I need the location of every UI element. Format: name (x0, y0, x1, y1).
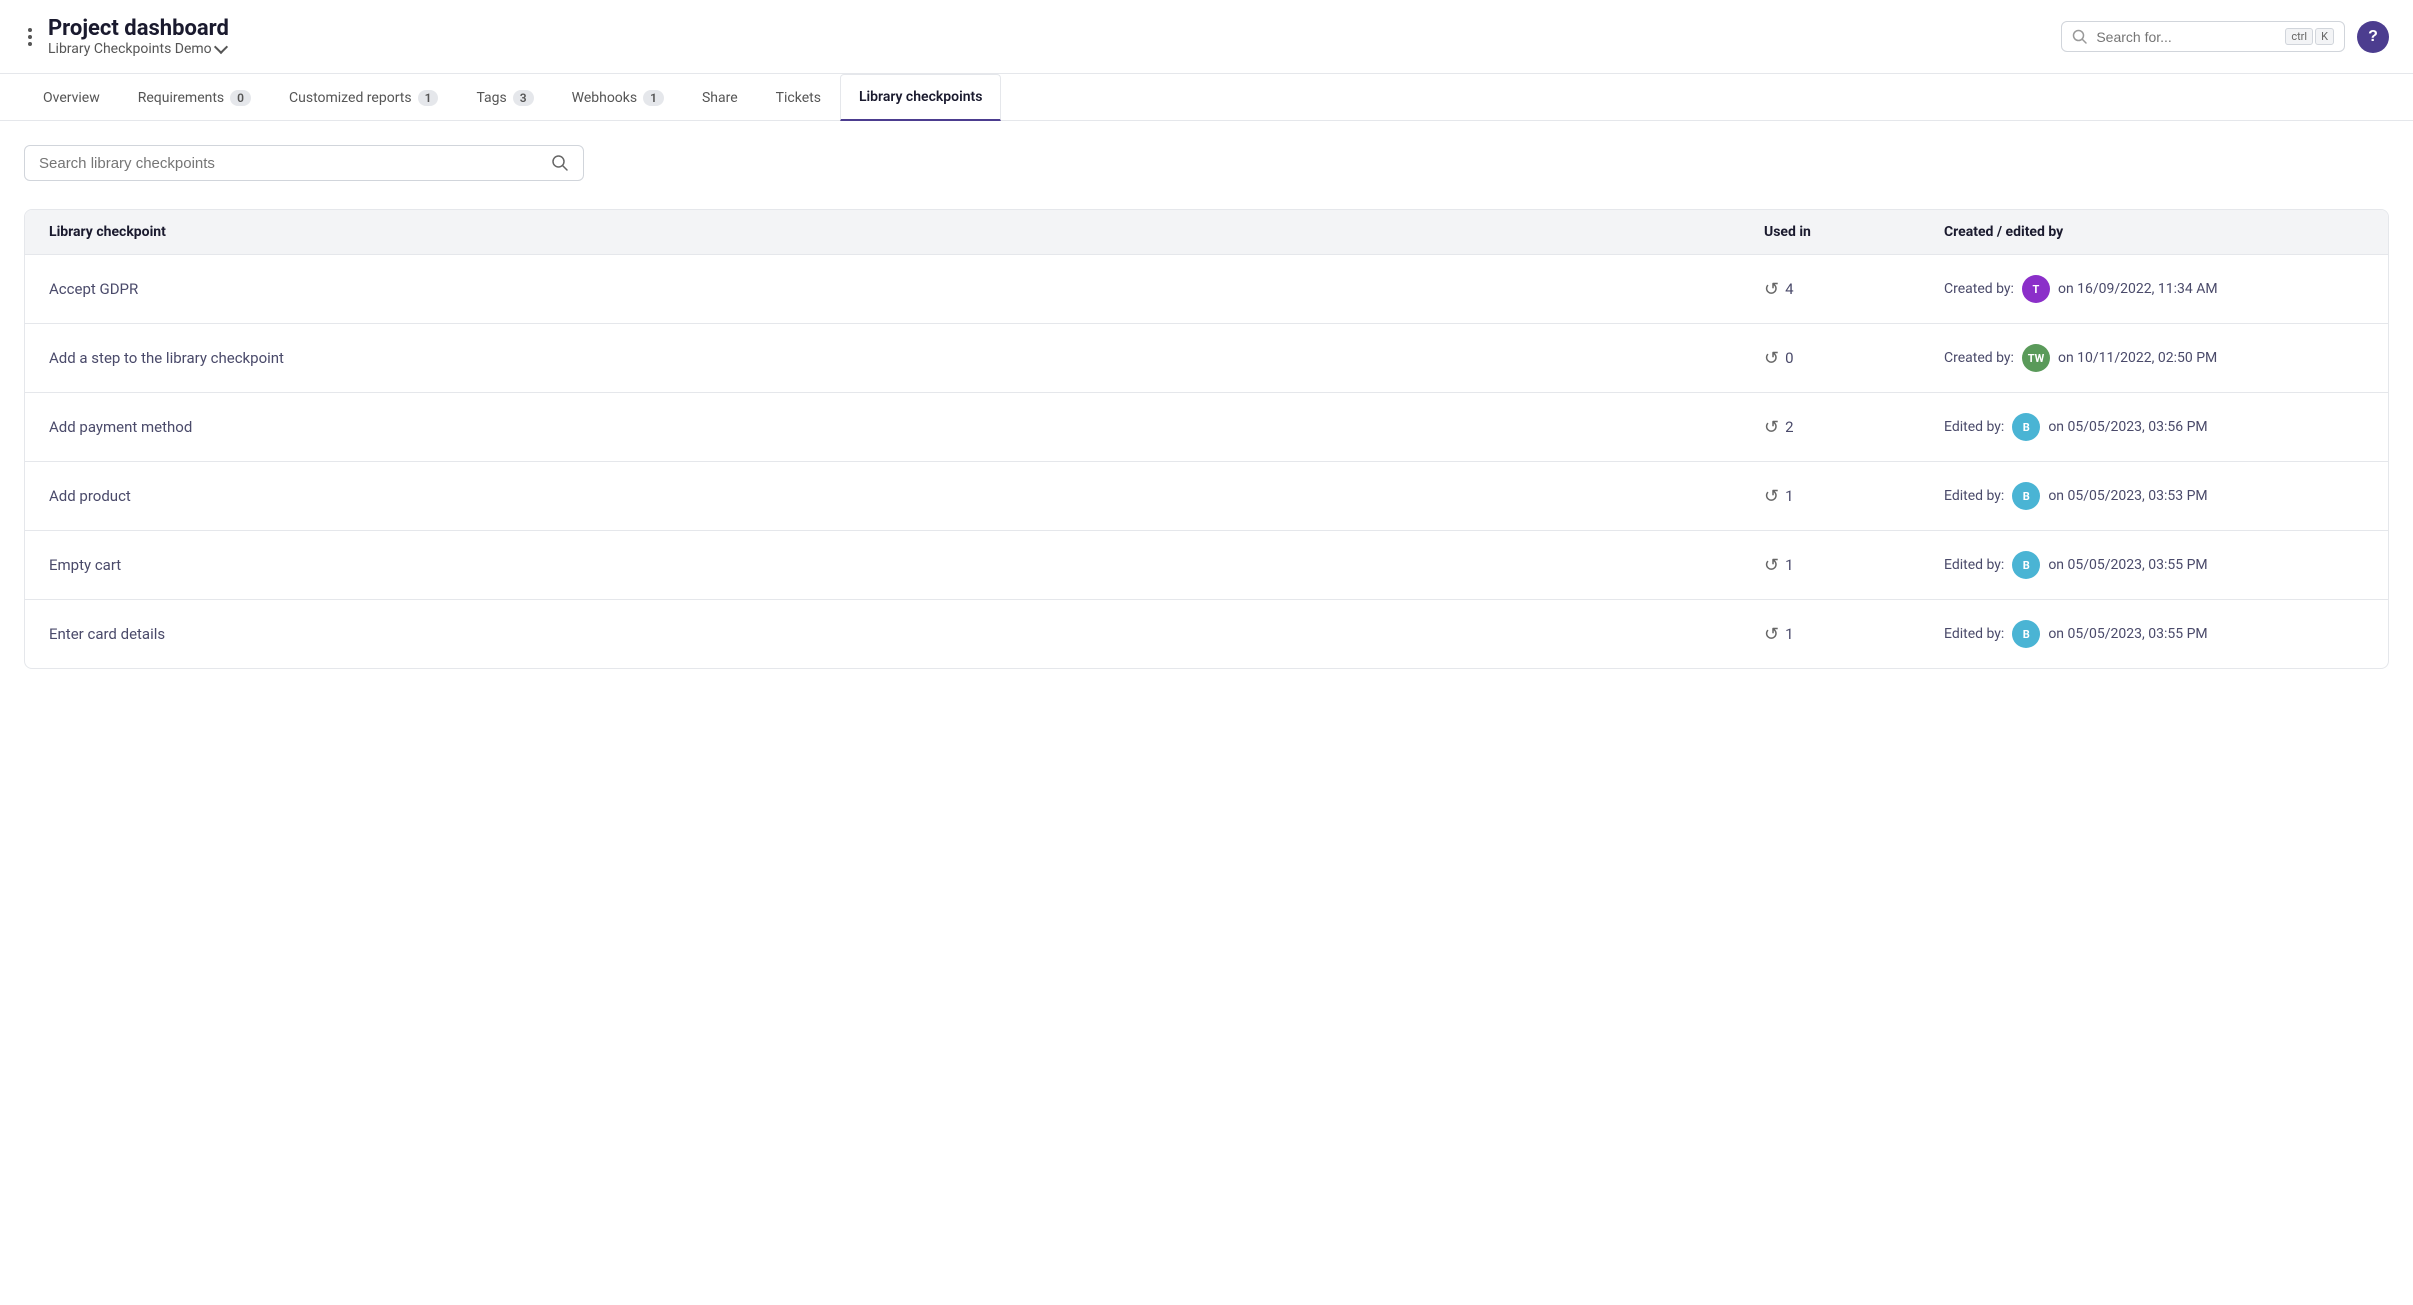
tab-overview[interactable]: Overview (24, 75, 119, 120)
avatar: B (2012, 551, 2040, 579)
created-edited-cell: Edited by: B on 05/05/2023, 03:55 PM (1944, 551, 2364, 579)
used-in-cell: ↺ 0 (1764, 348, 1944, 369)
main-content: Library checkpoint Used in Created / edi… (0, 121, 2413, 693)
search-icon (2072, 29, 2088, 45)
tab-tags[interactable]: Tags 3 (457, 75, 552, 120)
table-row[interactable]: Add payment method ↺ 2 Edited by: B on 0… (25, 393, 2388, 462)
avatar: B (2012, 482, 2040, 510)
global-search-input[interactable] (2096, 29, 2277, 45)
used-in-count: 2 (1785, 418, 1793, 436)
action-label: Edited by: (1944, 488, 2004, 504)
avatar: B (2012, 413, 2040, 441)
library-search[interactable] (24, 145, 584, 181)
date-label: on 05/05/2023, 03:53 PM (2048, 488, 2207, 504)
library-checkpoints-table: Library checkpoint Used in Created / edi… (24, 209, 2389, 669)
date-label: on 05/05/2023, 03:56 PM (2048, 419, 2207, 435)
checkpoint-name: Add a step to the library checkpoint (49, 349, 1764, 367)
used-in-count: 0 (1785, 349, 1793, 367)
step-icon: ↺ (1764, 279, 1779, 300)
created-edited-cell: Created by: T on 16/09/2022, 11:34 AM (1944, 275, 2364, 303)
date-label: on 10/11/2022, 02:50 PM (2058, 350, 2217, 366)
title-group: Project dashboard Library Checkpoints De… (48, 16, 229, 57)
checkpoint-name: Accept GDPR (49, 280, 1764, 298)
table-row[interactable]: Add product ↺ 1 Edited by: B on 05/05/20… (25, 462, 2388, 531)
avatar: TW (2022, 344, 2050, 372)
step-icon: ↺ (1764, 348, 1779, 369)
tab-share[interactable]: Share (683, 75, 757, 120)
avatar: T (2022, 275, 2050, 303)
checkpoint-name: Add payment method (49, 418, 1764, 436)
col-header-name: Library checkpoint (49, 224, 1764, 240)
search-icon (551, 154, 569, 172)
tab-library-checkpoints[interactable]: Library checkpoints (840, 74, 1002, 121)
table-header: Library checkpoint Used in Created / edi… (25, 210, 2388, 255)
col-header-used-in: Used in (1764, 224, 1944, 240)
used-in-cell: ↺ 2 (1764, 417, 1944, 438)
tab-requirements[interactable]: Requirements 0 (119, 75, 270, 120)
action-label: Created by: (1944, 350, 2014, 366)
help-button[interactable]: ? (2357, 21, 2389, 53)
header-left: Project dashboard Library Checkpoints De… (24, 16, 229, 57)
chevron-down-icon (214, 40, 228, 54)
created-edited-cell: Edited by: B on 05/05/2023, 03:55 PM (1944, 620, 2364, 648)
checkpoint-name: Enter card details (49, 625, 1764, 643)
table-row[interactable]: Add a step to the library checkpoint ↺ 0… (25, 324, 2388, 393)
date-label: on 05/05/2023, 03:55 PM (2048, 557, 2207, 573)
checkpoint-name: Add product (49, 487, 1764, 505)
used-in-count: 1 (1785, 625, 1793, 643)
action-label: Edited by: (1944, 419, 2004, 435)
tab-tickets[interactable]: Tickets (757, 75, 840, 120)
step-icon: ↺ (1764, 486, 1779, 507)
action-label: Created by: (1944, 281, 2014, 297)
table-row[interactable]: Enter card details ↺ 1 Edited by: B on 0… (25, 600, 2388, 668)
step-icon: ↺ (1764, 555, 1779, 576)
step-icon: ↺ (1764, 417, 1779, 438)
action-label: Edited by: (1944, 626, 2004, 642)
tab-webhooks[interactable]: Webhooks 1 (553, 75, 683, 120)
table-body: Accept GDPR ↺ 4 Created by: T on 16/09/2… (25, 255, 2388, 668)
menu-dots-icon[interactable] (24, 24, 36, 50)
table-row[interactable]: Empty cart ↺ 1 Edited by: B on 05/05/202… (25, 531, 2388, 600)
header: Project dashboard Library Checkpoints De… (0, 0, 2413, 74)
created-edited-cell: Edited by: B on 05/05/2023, 03:53 PM (1944, 482, 2364, 510)
date-label: on 05/05/2023, 03:55 PM (2048, 626, 2207, 642)
table-row[interactable]: Accept GDPR ↺ 4 Created by: T on 16/09/2… (25, 255, 2388, 324)
used-in-count: 1 (1785, 556, 1793, 574)
used-in-cell: ↺ 1 (1764, 486, 1944, 507)
step-icon: ↺ (1764, 624, 1779, 645)
col-header-created: Created / edited by (1944, 224, 2364, 240)
used-in-cell: ↺ 1 (1764, 555, 1944, 576)
library-search-input[interactable] (39, 155, 541, 172)
created-edited-cell: Edited by: B on 05/05/2023, 03:56 PM (1944, 413, 2364, 441)
used-in-count: 1 (1785, 487, 1793, 505)
avatar: B (2012, 620, 2040, 648)
checkpoint-name: Empty cart (49, 556, 1764, 574)
used-in-cell: ↺ 4 (1764, 279, 1944, 300)
used-in-cell: ↺ 1 (1764, 624, 1944, 645)
used-in-count: 4 (1785, 280, 1793, 298)
keyboard-hint: ctrl K (2285, 28, 2334, 45)
global-search[interactable]: ctrl K (2061, 21, 2345, 52)
tab-customized-reports[interactable]: Customized reports 1 (270, 75, 457, 120)
tabs-bar: Overview Requirements 0 Customized repor… (0, 74, 2413, 121)
project-name[interactable]: Library Checkpoints Demo (48, 41, 229, 57)
page-title: Project dashboard (48, 16, 229, 41)
action-label: Edited by: (1944, 557, 2004, 573)
date-label: on 16/09/2022, 11:34 AM (2058, 281, 2218, 297)
header-right: ctrl K ? (2061, 21, 2389, 53)
created-edited-cell: Created by: TW on 10/11/2022, 02:50 PM (1944, 344, 2364, 372)
